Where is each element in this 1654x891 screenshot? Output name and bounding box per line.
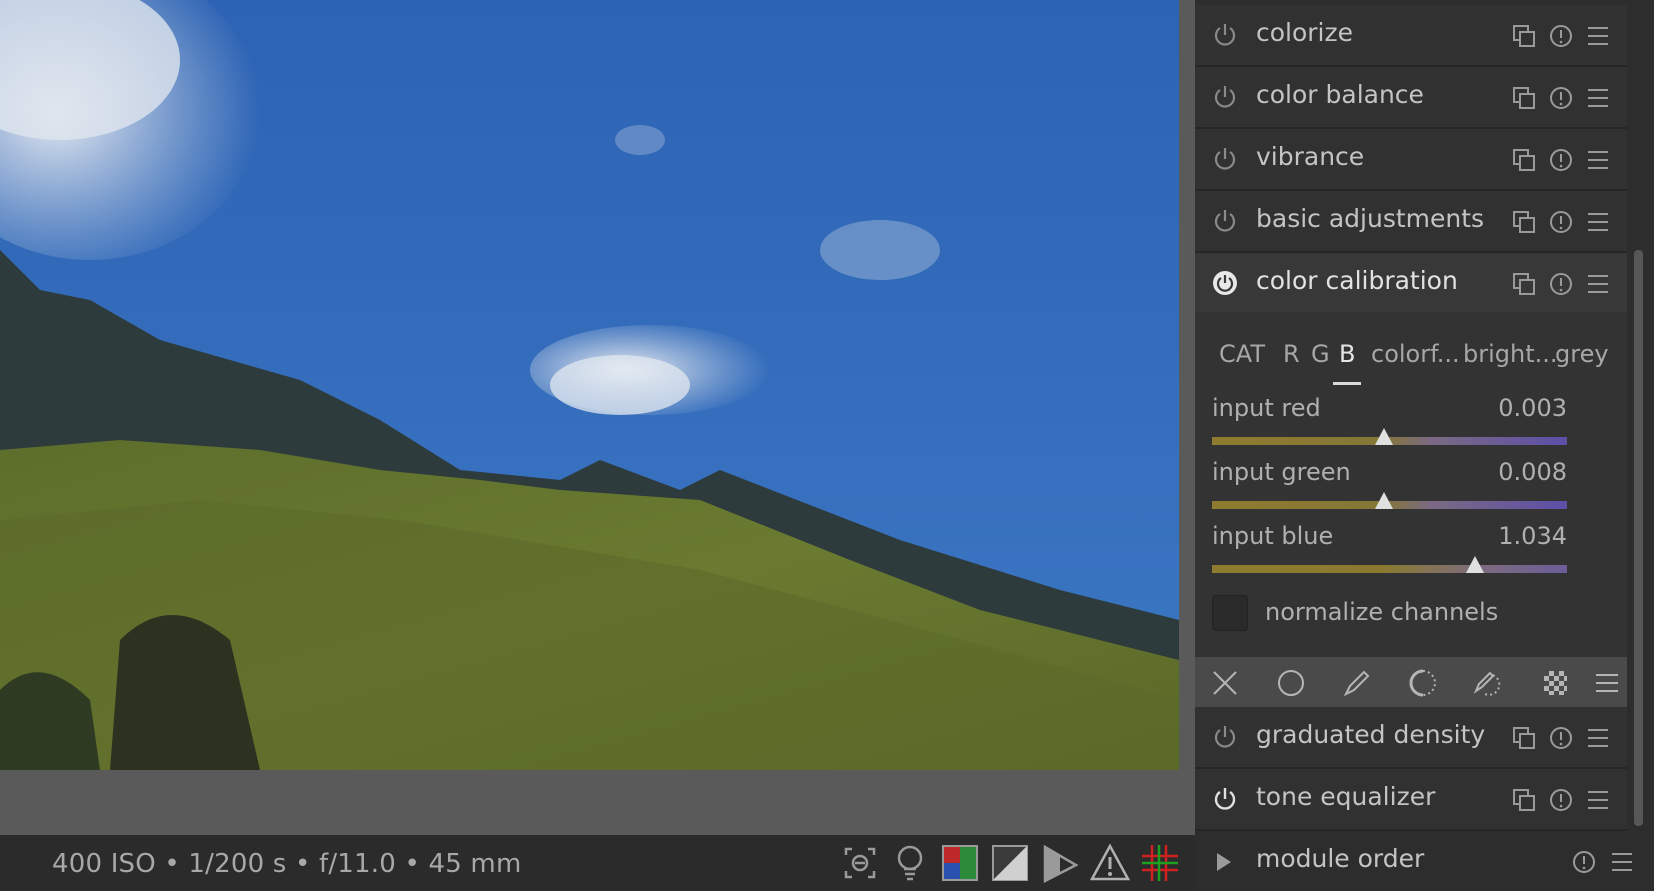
module-vibrance[interactable]: vibrance xyxy=(1195,129,1627,191)
slider-handle[interactable] xyxy=(1466,556,1484,573)
tab-grey[interactable]: grey xyxy=(1555,340,1609,368)
blend-mask-bar xyxy=(1195,657,1627,707)
center-view xyxy=(0,0,1195,835)
slider-handle[interactable] xyxy=(1375,492,1393,509)
gamut-check-icon[interactable] xyxy=(1090,843,1130,883)
lightbulb-icon[interactable] xyxy=(890,843,930,883)
module-color-balance[interactable]: color balance xyxy=(1195,67,1627,129)
drawn-mask-icon[interactable] xyxy=(1341,667,1373,699)
module-color-calibration[interactable]: color calibration xyxy=(1195,253,1627,315)
raster-mask-icon[interactable] xyxy=(1539,667,1571,699)
module-order-label: module order xyxy=(1256,844,1425,873)
multi-instance-icon[interactable] xyxy=(1511,147,1537,173)
slider-label: input green xyxy=(1212,458,1351,486)
power-icon[interactable] xyxy=(1212,724,1238,750)
landscape-image xyxy=(0,0,1179,770)
presets-menu-icon[interactable] xyxy=(1585,271,1611,297)
slider-handle[interactable] xyxy=(1375,428,1393,445)
reset-icon[interactable] xyxy=(1548,23,1574,49)
right-module-panel: colorize color balance vibrance basic ad… xyxy=(1195,0,1654,891)
slider-value[interactable]: 0.008 xyxy=(1498,458,1567,486)
slider-value[interactable]: 0.003 xyxy=(1498,394,1567,422)
module-name: color calibration xyxy=(1256,266,1458,295)
multi-instance-icon[interactable] xyxy=(1511,725,1537,751)
power-icon[interactable] xyxy=(1212,84,1238,110)
presets-menu-icon[interactable] xyxy=(1585,147,1611,173)
power-icon[interactable] xyxy=(1212,22,1238,48)
power-icon[interactable] xyxy=(1212,146,1238,172)
color-assessment-icon[interactable] xyxy=(940,843,980,883)
power-icon[interactable] xyxy=(1212,270,1238,296)
raw-overexposed-icon[interactable] xyxy=(990,843,1030,883)
slider-label: input red xyxy=(1212,394,1321,422)
module-name: tone equalizer xyxy=(1256,782,1436,811)
module-tone-equalizer[interactable]: tone equalizer xyxy=(1195,769,1627,831)
presets-menu-icon[interactable] xyxy=(1585,23,1611,49)
module-colorize[interactable]: colorize xyxy=(1195,5,1627,67)
module-name: graduated density xyxy=(1256,720,1486,749)
multi-instance-icon[interactable] xyxy=(1511,23,1537,49)
presets-menu-icon[interactable] xyxy=(1585,725,1611,751)
normalize-channels-checkbox[interactable] xyxy=(1212,595,1248,631)
module-name: colorize xyxy=(1256,18,1354,47)
module-name: basic adjustments xyxy=(1256,204,1485,233)
tab-cat[interactable]: CAT xyxy=(1219,340,1265,368)
multi-instance-icon[interactable] xyxy=(1511,271,1537,297)
input-blue-slider[interactable] xyxy=(1212,565,1567,573)
reset-icon[interactable] xyxy=(1571,849,1597,875)
multi-instance-icon[interactable] xyxy=(1511,787,1537,813)
module-name: vibrance xyxy=(1256,142,1365,171)
module-basic-adjustments[interactable]: basic adjustments xyxy=(1195,191,1627,253)
color-calibration-body: CAT R G B colorf... bright... grey input… xyxy=(1195,312,1627,657)
slider-label: input blue xyxy=(1212,522,1334,550)
uniform-icon[interactable] xyxy=(1275,667,1307,699)
presets-menu-icon[interactable] xyxy=(1585,85,1611,111)
blend-options-icon[interactable] xyxy=(1591,667,1623,699)
module-graduated-density[interactable]: graduated density xyxy=(1195,707,1627,769)
normalize-channels-label: normalize channels xyxy=(1265,598,1499,626)
exif-info: 400 ISO • 1/200 s • f/11.0 • 45 mm xyxy=(52,849,522,879)
multi-instance-icon[interactable] xyxy=(1511,85,1537,111)
module-name: color balance xyxy=(1256,80,1424,109)
tab-colorfulness[interactable]: colorf... xyxy=(1371,340,1460,368)
reset-icon[interactable] xyxy=(1548,147,1574,173)
presets-menu-icon[interactable] xyxy=(1609,849,1635,875)
photo-preview[interactable] xyxy=(0,0,1179,770)
active-tab-indicator xyxy=(1333,382,1361,385)
softproof-icon[interactable] xyxy=(1040,843,1080,883)
panel-scrollbar[interactable] xyxy=(1634,250,1643,826)
drawn-parametric-mask-icon[interactable] xyxy=(1473,667,1505,699)
off-icon[interactable] xyxy=(1209,667,1241,699)
tab-brightness[interactable]: bright... xyxy=(1463,340,1558,368)
reset-icon[interactable] xyxy=(1548,787,1574,813)
reset-icon[interactable] xyxy=(1548,85,1574,111)
power-icon[interactable] xyxy=(1212,208,1238,234)
parametric-mask-icon[interactable] xyxy=(1407,667,1439,699)
tab-g[interactable]: G xyxy=(1311,340,1330,368)
slider-value[interactable]: 1.034 xyxy=(1498,522,1567,550)
power-icon[interactable] xyxy=(1212,786,1238,812)
presets-menu-icon[interactable] xyxy=(1585,787,1611,813)
presets-menu-icon[interactable] xyxy=(1585,209,1611,235)
module-order-row[interactable]: module order xyxy=(1195,831,1654,891)
reset-icon[interactable] xyxy=(1548,725,1574,751)
bottom-info-bar: 400 ISO • 1/200 s • f/11.0 • 45 mm xyxy=(0,835,1195,891)
guides-icon[interactable] xyxy=(1140,843,1180,883)
reset-icon[interactable] xyxy=(1548,209,1574,235)
multi-instance-icon[interactable] xyxy=(1511,209,1537,235)
reset-icon[interactable] xyxy=(1548,271,1574,297)
expand-arrow-icon[interactable] xyxy=(1215,851,1233,873)
focus-peaking-icon[interactable] xyxy=(840,843,880,883)
tab-b[interactable]: B xyxy=(1339,340,1355,368)
tab-r[interactable]: R xyxy=(1283,340,1300,368)
